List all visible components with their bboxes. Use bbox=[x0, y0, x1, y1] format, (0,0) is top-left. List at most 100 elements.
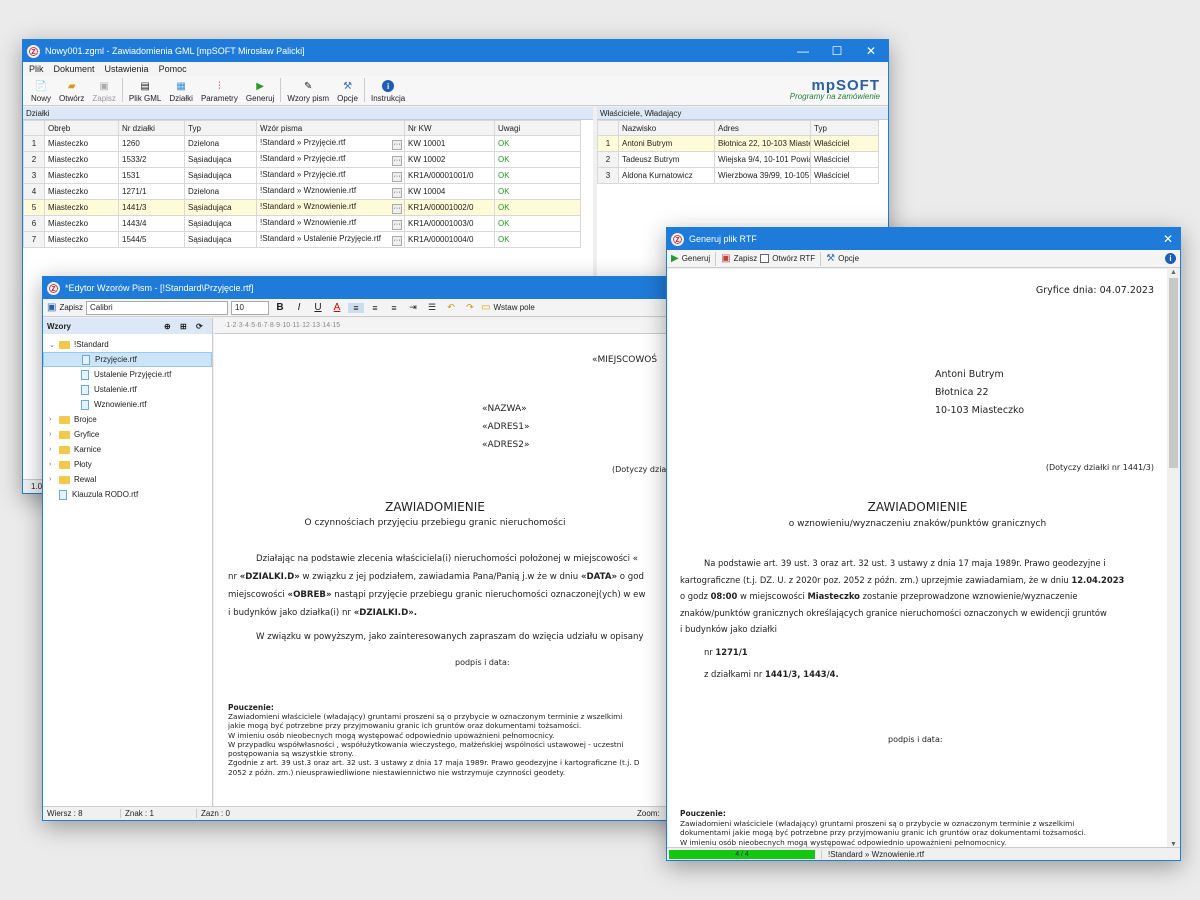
table-cell[interactable]: Miasteczko bbox=[44, 135, 119, 152]
tree-folder[interactable]: › Brojce bbox=[43, 412, 212, 427]
table-cell[interactable]: Wiejska 9/4, 10-101 Powiat bbox=[714, 151, 811, 168]
font-color-icon[interactable]: A bbox=[329, 302, 345, 313]
col-header[interactable]: Nazwisko bbox=[618, 120, 715, 136]
tree-file[interactable]: Wznowienie.rtf bbox=[43, 397, 212, 412]
table-cell[interactable]: ··· !Standard » Ustalenie Przyjęcie.rtf bbox=[256, 231, 405, 248]
editor-titlebar[interactable]: z *Edytor Wzorów Pism - [!Standard\Przyj… bbox=[43, 277, 681, 299]
row-number[interactable]: 1 bbox=[23, 135, 45, 152]
table-row[interactable]: 5 Miasteczko 1441/3 Sąsiadująca ··· !Standard… bbox=[23, 199, 581, 216]
generuj-button[interactable]: ▶ Generuj bbox=[242, 75, 278, 104]
tree-folder[interactable]: › Gryfice bbox=[43, 427, 212, 442]
dzialki-button[interactable]: ▦ Działki bbox=[165, 75, 197, 104]
table-row[interactable]: 6 Miasteczko 1443/4 Sąsiadująca ··· !Standard… bbox=[23, 215, 581, 232]
main-titlebar[interactable]: z Nowy001.zgml - Zawiadomienia GML [mpSO… bbox=[23, 40, 888, 62]
row-number[interactable]: 7 bbox=[23, 231, 45, 248]
table-cell[interactable]: ··· !Standard » Wznowienie.rtf bbox=[256, 215, 405, 232]
align-right-icon[interactable]: ≡ bbox=[386, 303, 402, 313]
table-cell[interactable]: 1441/3 bbox=[118, 199, 185, 216]
table-cell[interactable]: Miasteczko bbox=[44, 231, 119, 248]
table-cell[interactable]: 1260 bbox=[118, 135, 185, 152]
menu-plik[interactable]: Plik bbox=[29, 64, 44, 74]
menu-dokument[interactable]: Dokument bbox=[54, 64, 95, 74]
table-cell[interactable]: Sąsiadująca bbox=[184, 231, 257, 248]
open-button[interactable]: ▰ Otwórz bbox=[55, 75, 88, 104]
browse-dots-icon[interactable]: ··· bbox=[392, 187, 402, 198]
undo-icon[interactable]: ↶ bbox=[443, 302, 459, 313]
row-number[interactable]: 3 bbox=[597, 167, 619, 184]
minimize-icon[interactable]: — bbox=[786, 44, 820, 58]
open-rtf-label[interactable]: Otwórz RTF bbox=[772, 254, 815, 263]
table-cell[interactable]: Miasteczko bbox=[44, 151, 119, 168]
table-row[interactable]: 3 Aldona Kurnatowicz Wierzbowa 39/99, 10-1… bbox=[597, 167, 879, 184]
table-cell[interactable]: Miasteczko bbox=[44, 183, 119, 200]
indent-icon[interactable]: ⇥ bbox=[405, 302, 421, 313]
browse-dots-icon[interactable]: ··· bbox=[392, 139, 402, 150]
table-cell[interactable]: Właściciel bbox=[810, 151, 879, 168]
menu-ustawienia[interactable]: Ustawienia bbox=[105, 64, 149, 74]
save-button[interactable]: ▣ Zapisz bbox=[88, 75, 120, 104]
row-number[interactable]: 2 bbox=[597, 151, 619, 168]
table-cell[interactable]: 1271/1 bbox=[118, 183, 185, 200]
table-row[interactable]: 3 Miasteczko 1531 Sąsiadująca ··· !Standard »… bbox=[23, 167, 581, 184]
table-cell[interactable]: Aldona Kurnatowicz bbox=[618, 167, 715, 184]
table-cell[interactable]: KW 10004 bbox=[404, 183, 495, 200]
refresh-icon[interactable]: ⟳ bbox=[196, 322, 212, 331]
browse-dots-icon[interactable]: ··· bbox=[392, 219, 402, 230]
table-cell[interactable]: OK bbox=[494, 183, 581, 200]
table-cell[interactable]: Miasteczko bbox=[44, 167, 119, 184]
row-number[interactable]: 6 bbox=[23, 215, 45, 232]
table-cell[interactable]: KW 10002 bbox=[404, 151, 495, 168]
table-cell[interactable]: ··· !Standard » Przyjęcie.rtf bbox=[256, 167, 405, 184]
chevron-right-icon[interactable]: › bbox=[49, 446, 59, 453]
col-header[interactable]: Adres bbox=[714, 120, 811, 136]
italic-icon[interactable]: I bbox=[291, 302, 307, 313]
menu-pomoc[interactable]: Pomoc bbox=[159, 64, 187, 74]
browse-dots-icon[interactable]: ··· bbox=[392, 203, 402, 214]
table-cell[interactable]: Sąsiadująca bbox=[184, 199, 257, 216]
table-cell[interactable]: KW 10001 bbox=[404, 135, 495, 152]
table-cell[interactable]: Miasteczko bbox=[44, 199, 119, 216]
table-cell[interactable]: Właściciel bbox=[810, 135, 879, 152]
table-cell[interactable]: ··· !Standard » Wznowienie.rtf bbox=[256, 199, 405, 216]
new-folder-icon[interactable]: ⊞ bbox=[180, 322, 196, 331]
col-header[interactable]: Typ bbox=[810, 120, 879, 136]
tree-folder[interactable]: ⌄ !Standard bbox=[43, 337, 212, 352]
tree-folder[interactable]: › Płoty bbox=[43, 457, 212, 472]
opcje-button[interactable]: ⚒ Opcje bbox=[333, 75, 362, 104]
bold-icon[interactable]: B bbox=[272, 302, 288, 313]
table-cell[interactable]: Błotnica 22, 10-103 Miasteczko bbox=[714, 135, 811, 152]
table-row[interactable]: 1Antoni ButrymBłotnica 22, 10-103 Miaste… bbox=[597, 135, 879, 152]
row-number[interactable]: 5 bbox=[23, 199, 45, 216]
underline-icon[interactable]: U bbox=[310, 302, 326, 313]
chevron-right-icon[interactable]: › bbox=[49, 431, 59, 438]
col-header[interactable]: Uwagi bbox=[494, 120, 581, 136]
tree-file[interactable]: Ustalenie Przyjęcie.rtf bbox=[43, 367, 212, 382]
table-cell[interactable]: Dzielona bbox=[184, 135, 257, 152]
redo-icon[interactable]: ↷ bbox=[462, 302, 478, 313]
table-row[interactable]: 4 Miasteczko 1271/1 Dzielona ··· !Standard » … bbox=[23, 183, 581, 200]
col-header[interactable]: Typ bbox=[184, 120, 257, 136]
table-cell[interactable]: Właściciel bbox=[810, 167, 879, 184]
instrukcja-button[interactable]: i Instrukcja bbox=[367, 75, 409, 103]
tree-folder[interactable]: › Karnice bbox=[43, 442, 212, 457]
save-icon[interactable]: ▣ bbox=[47, 302, 56, 313]
tree-file[interactable]: Przyjęcie.rtf bbox=[43, 352, 212, 367]
row-number[interactable]: 1 bbox=[597, 135, 619, 152]
browse-dots-icon[interactable]: ··· bbox=[392, 235, 402, 246]
table-cell[interactable]: OK bbox=[494, 215, 581, 232]
table-cell[interactable]: OK bbox=[494, 231, 581, 248]
new-template-icon[interactable]: ⊕ bbox=[164, 322, 180, 331]
table-row[interactable]: 2 Miasteczko 1533/2 Sąsiadująca ··· !Standard… bbox=[23, 151, 581, 168]
save-button[interactable]: Zapisz bbox=[734, 254, 758, 263]
scroll-up-icon[interactable]: ▲ bbox=[1167, 269, 1180, 276]
tree-file[interactable]: Ustalenie.rtf bbox=[43, 382, 212, 397]
table-cell[interactable]: Sąsiadująca bbox=[184, 151, 257, 168]
options-button[interactable]: Opcje bbox=[838, 254, 859, 263]
rtf-titlebar[interactable]: z Generuj plik RTF ✕ bbox=[667, 228, 1180, 250]
table-cell[interactable]: 1443/4 bbox=[118, 215, 185, 232]
col-header[interactable]: Wzór pisma bbox=[256, 120, 405, 136]
chevron-right-icon[interactable]: › bbox=[49, 461, 59, 468]
table-cell[interactable]: KR1A/00001001/0 bbox=[404, 167, 495, 184]
table-cell[interactable]: OK bbox=[494, 199, 581, 216]
table-cell[interactable]: 1531 bbox=[118, 167, 185, 184]
